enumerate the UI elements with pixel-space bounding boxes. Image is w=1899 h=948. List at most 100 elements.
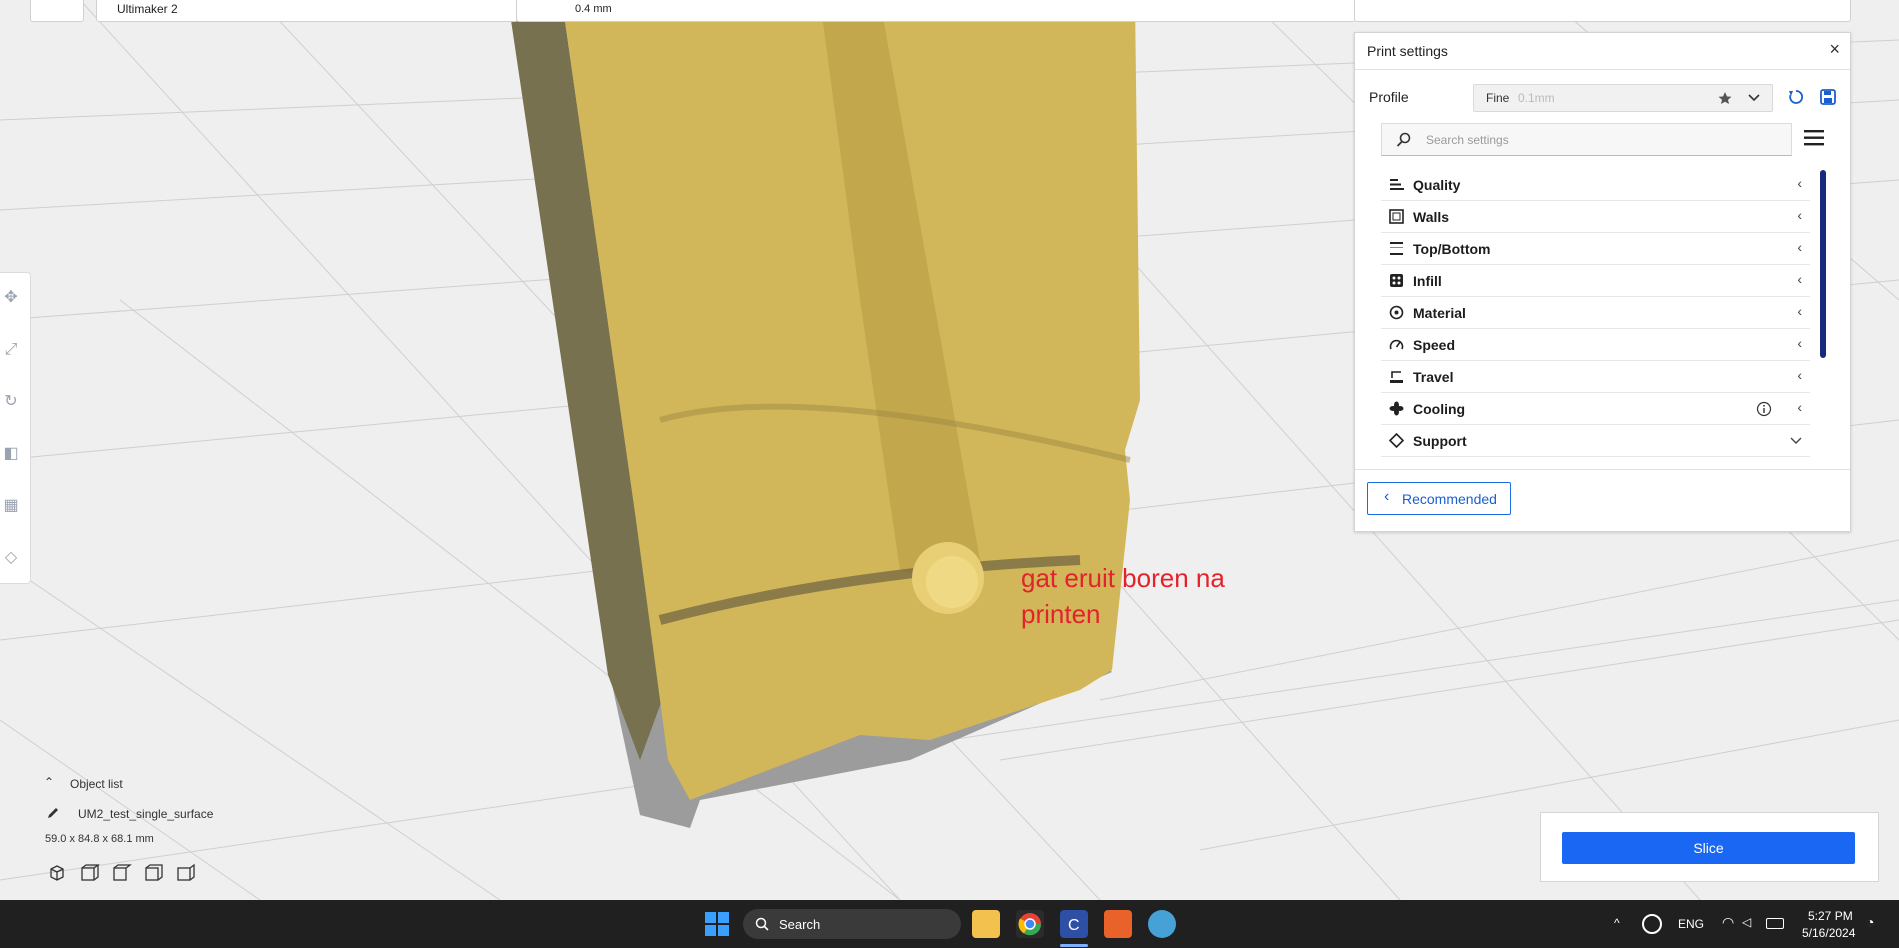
- category-label: Support: [1413, 433, 1467, 449]
- search-icon: [755, 917, 769, 931]
- support-blocker-icon[interactable]: ◇: [0, 547, 22, 569]
- chevron-left-icon: ‹: [1384, 488, 1390, 505]
- language-indicator[interactable]: ENG: [1678, 917, 1704, 931]
- close-icon[interactable]: ×: [1829, 39, 1840, 60]
- category-material[interactable]: Material ‹: [1381, 297, 1810, 329]
- material-nozzle-selector[interactable]: 0.4 mm: [516, 0, 1356, 22]
- cooling-icon: [1389, 401, 1404, 416]
- houdini-icon[interactable]: [1104, 910, 1132, 938]
- rotate-icon[interactable]: ↻: [0, 391, 22, 413]
- printer-name: Ultimaker 2: [117, 2, 178, 16]
- material-icon: [1389, 305, 1404, 320]
- notification-bell-icon[interactable]: ◔: [1866, 914, 1874, 930]
- printer-selector[interactable]: Ultimaker 2: [96, 0, 518, 22]
- scale-icon[interactable]: ⤢: [0, 339, 22, 361]
- chevron-up-icon[interactable]: ⌃: [44, 775, 54, 789]
- search-icon: [1396, 132, 1411, 147]
- settings-scrollbar[interactable]: [1820, 170, 1826, 358]
- category-label: Travel: [1413, 369, 1454, 385]
- svg-text:C: C: [1068, 917, 1080, 934]
- profile-dropdown[interactable]: Fine 0.1mm: [1473, 84, 1773, 112]
- category-infill[interactable]: Infill ‹: [1381, 265, 1810, 297]
- active-app-indicator: [1060, 944, 1088, 947]
- windows-start-icon[interactable]: [705, 912, 729, 936]
- object-dimensions: 59.0 x 84.8 x 68.1 mm: [45, 833, 154, 845]
- mirror-icon[interactable]: ◧: [0, 443, 22, 465]
- speed-icon: [1389, 339, 1404, 350]
- sync-icon[interactable]: [1642, 914, 1662, 934]
- print-setup-summary[interactable]: [1354, 0, 1851, 22]
- search-settings-input[interactable]: Search settings: [1381, 123, 1792, 156]
- category-speed[interactable]: Speed ‹: [1381, 329, 1810, 361]
- category-label: Top/Bottom: [1413, 241, 1491, 257]
- object-list-header[interactable]: Object list: [70, 777, 123, 791]
- recommended-button[interactable]: ‹ Recommended: [1367, 482, 1511, 515]
- chevron-up-icon[interactable]: ^: [1614, 916, 1620, 930]
- menu-icon[interactable]: [1803, 129, 1825, 147]
- walls-icon: [1389, 209, 1404, 224]
- category-label: Speed: [1413, 337, 1456, 353]
- quality-icon: [1390, 179, 1404, 190]
- slice-panel: Slice: [1540, 812, 1879, 882]
- chevron-left-icon: ‹: [1797, 399, 1802, 415]
- infill-icon: [1390, 274, 1403, 287]
- chrome-icon[interactable]: [1016, 910, 1044, 938]
- nozzle-size: 0.4 mm: [575, 3, 612, 15]
- travel-icon: [1390, 371, 1403, 383]
- chevron-down-icon: [1748, 94, 1760, 102]
- annotation-text: gat eruit boren na printen: [1021, 563, 1225, 629]
- category-label: Cooling: [1413, 401, 1466, 417]
- info-icon[interactable]: [1756, 401, 1772, 417]
- chevron-left-icon: ‹: [1797, 239, 1802, 255]
- print-settings-panel: Print settings × Profile Fine 0.1mm Sear…: [1354, 32, 1851, 532]
- category-label: Infill: [1413, 273, 1442, 289]
- chevron-left-icon: ‹: [1797, 271, 1802, 287]
- volume-icon[interactable]: ◁: [1742, 915, 1751, 929]
- profile-label: Profile: [1369, 89, 1409, 105]
- top-toolbar: Ultimaker 2 0.4 mm: [0, 0, 1899, 22]
- category-travel[interactable]: Travel ‹: [1381, 361, 1810, 393]
- star-icon[interactable]: [1718, 91, 1732, 105]
- clock-time[interactable]: 5:27 PM: [1808, 909, 1853, 923]
- slice-button[interactable]: Slice: [1562, 832, 1855, 864]
- cura-icon[interactable]: C: [1060, 910, 1088, 938]
- save-icon[interactable]: [1819, 88, 1837, 106]
- profile-layer-height: 0.1mm: [1518, 91, 1555, 105]
- category-cooling[interactable]: Cooling ‹: [1381, 393, 1810, 425]
- chevron-left-icon: ‹: [1797, 303, 1802, 319]
- category-top-bottom[interactable]: Top/Bottom ‹: [1381, 233, 1810, 265]
- panel-title: Print settings: [1367, 43, 1448, 59]
- file-explorer-icon[interactable]: [972, 910, 1000, 938]
- tool-palette: ✥ ⤢ ↻ ◧ ▦ ◇: [0, 272, 31, 584]
- move-icon[interactable]: ✥: [0, 287, 22, 309]
- category-quality[interactable]: Quality ‹: [1381, 169, 1810, 201]
- object-name[interactable]: UM2_test_single_surface: [78, 807, 213, 821]
- recommended-label: Recommended: [1402, 491, 1497, 507]
- search-placeholder: Search settings: [1426, 133, 1509, 147]
- top-bottom-icon: [1390, 242, 1403, 255]
- clock-date[interactable]: 5/16/2024: [1802, 926, 1855, 940]
- per-model-settings-icon[interactable]: ▦: [0, 495, 22, 517]
- chevron-left-icon: ‹: [1797, 175, 1802, 191]
- support-icon: [1389, 433, 1404, 448]
- battery-icon[interactable]: [1766, 918, 1784, 929]
- reset-icon[interactable]: [1787, 88, 1805, 106]
- chevron-left-icon: ‹: [1797, 207, 1802, 223]
- category-walls[interactable]: Walls ‹: [1381, 201, 1810, 233]
- taskbar-search[interactable]: Search: [743, 909, 961, 939]
- chevron-down-icon: [1790, 437, 1802, 444]
- category-label: Walls: [1413, 209, 1450, 225]
- chevron-left-icon: ‹: [1797, 335, 1802, 351]
- chevron-left-icon: ‹: [1797, 367, 1802, 383]
- category-support[interactable]: Support: [1381, 425, 1810, 457]
- pencil-icon[interactable]: [46, 806, 60, 820]
- profile-name: Fine: [1486, 91, 1510, 105]
- app-icon[interactable]: [1148, 910, 1176, 938]
- marketplace-button[interactable]: [30, 0, 84, 22]
- category-label: Quality: [1413, 177, 1461, 193]
- wifi-icon[interactable]: ◠: [1722, 914, 1734, 931]
- windows-taskbar: Search C ^ ENG ◠ ◁ 5:27 PM 5/16/2024 ◔: [0, 900, 1899, 948]
- taskbar-search-label: Search: [779, 917, 821, 932]
- view-orientation-toolbar: [50, 863, 195, 881]
- category-label: Material: [1413, 305, 1466, 321]
